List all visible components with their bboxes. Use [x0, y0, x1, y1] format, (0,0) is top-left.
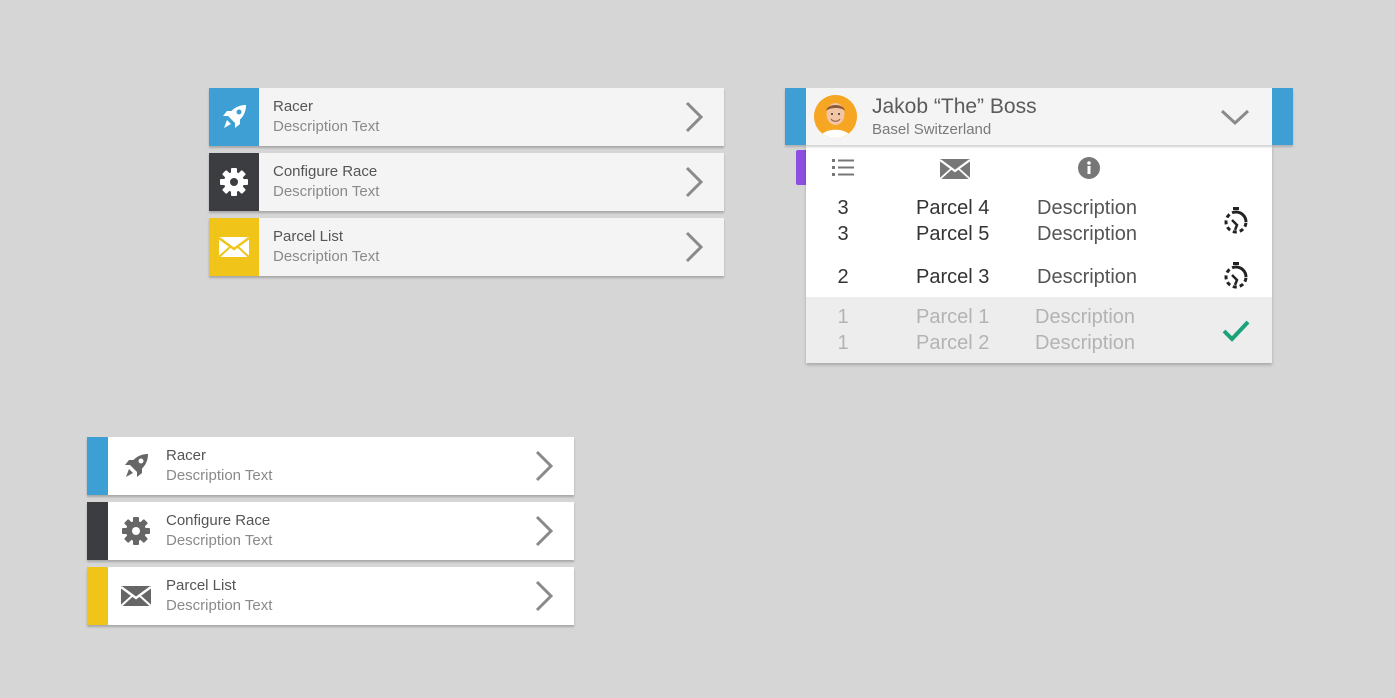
chevron-right-icon[interactable] — [664, 88, 724, 146]
chevron-right-icon[interactable] — [664, 153, 724, 211]
in-progress-icon — [1224, 262, 1248, 289]
parcel-name[interactable]: Parcel 3 — [916, 264, 989, 290]
menu-item-desc: Description Text — [273, 118, 380, 135]
menu-icon-block — [209, 153, 259, 211]
menu-item-title: Parcel List — [166, 577, 237, 594]
accent-stripe — [87, 502, 108, 560]
accent-stripe — [87, 437, 108, 495]
list-icon[interactable] — [831, 157, 855, 179]
parcel-name[interactable]: Parcel 4 — [916, 195, 989, 221]
menu-item-title: Parcel List — [273, 228, 344, 245]
menu-item-desc: Description Text — [166, 597, 273, 614]
parcel-number: 3 — [837, 223, 849, 245]
envelope-icon — [218, 236, 250, 258]
envelope-icon — [120, 585, 152, 607]
rocket-icon — [125, 454, 148, 477]
menu-item-desc: Description Text — [166, 467, 273, 484]
parcel-description: Description — [1037, 266, 1138, 288]
menu-item-configure-race[interactable]: Configure Race Description Text — [87, 502, 574, 560]
parcel-description: Description — [1037, 223, 1138, 245]
accent-stripe — [1272, 88, 1293, 145]
in-progress-icon — [1224, 207, 1248, 234]
rocket-icon — [223, 105, 246, 128]
menu-item-desc: Description Text — [273, 183, 380, 200]
menu-item-title: Configure Race — [166, 512, 271, 529]
profile-header[interactable]: Jakob “The” Boss Basel Switzerland — [785, 88, 1293, 145]
menu-item-title: Racer — [166, 447, 207, 464]
menu-item-desc: Description Text — [273, 248, 380, 265]
parcel-description: Description — [1035, 306, 1136, 328]
menu-item-racer[interactable]: Racer Description Text — [209, 88, 724, 146]
parcel-table: 3 Parcel 4 Description 3 Parcel 5 Descri… — [806, 145, 1272, 363]
parcel-description: Description — [1035, 332, 1136, 354]
gear-icon — [122, 517, 150, 545]
chevron-right-icon[interactable] — [514, 437, 574, 495]
chevron-right-icon[interactable] — [664, 218, 724, 276]
menu-item-title: Configure Race — [273, 163, 378, 180]
menu-item-parcel-list[interactable]: Parcel List Description Text — [87, 567, 574, 625]
accent-stripe — [785, 88, 806, 145]
check-icon — [1222, 320, 1250, 342]
parcel-number: 2 — [837, 266, 849, 288]
parcel-number: 1 — [837, 306, 849, 328]
parcel-description: Description — [1037, 197, 1138, 219]
menu-item-parcel-list[interactable]: Parcel List Description Text — [209, 218, 724, 276]
parcel-number: 3 — [837, 197, 849, 219]
menu-icon-block — [209, 218, 259, 276]
parcel-number: 1 — [837, 332, 849, 354]
racer-profile-card: 3 Parcel 4 Description 3 Parcel 5 Descri… — [785, 88, 1293, 364]
profile-name: Jakob “The” Boss — [872, 95, 1037, 118]
parcel-name[interactable]: Parcel 5 — [916, 221, 989, 247]
parcel-name[interactable]: Parcel 2 — [916, 330, 989, 356]
info-icon[interactable] — [1078, 157, 1100, 179]
menu-style-a: Racer Description Text Configure Race De… — [209, 88, 724, 283]
chevron-down-icon[interactable] — [1216, 102, 1254, 132]
gear-icon — [220, 168, 248, 196]
parcel-name[interactable]: Parcel 1 — [916, 304, 989, 330]
menu-item-configure-race[interactable]: Configure Race Description Text — [209, 153, 724, 211]
menu-item-desc: Description Text — [166, 532, 273, 549]
avatar — [814, 95, 857, 138]
accent-stripe — [87, 567, 108, 625]
menu-item-title: Racer — [273, 98, 314, 115]
chevron-right-icon[interactable] — [514, 567, 574, 625]
menu-icon-block — [209, 88, 259, 146]
menu-item-racer[interactable]: Racer Description Text — [87, 437, 574, 495]
profile-location: Basel Switzerland — [872, 121, 992, 138]
envelope-icon[interactable] — [940, 159, 970, 179]
chevron-right-icon[interactable] — [514, 502, 574, 560]
menu-style-b: Racer Description Text Configure Race De… — [87, 437, 574, 632]
